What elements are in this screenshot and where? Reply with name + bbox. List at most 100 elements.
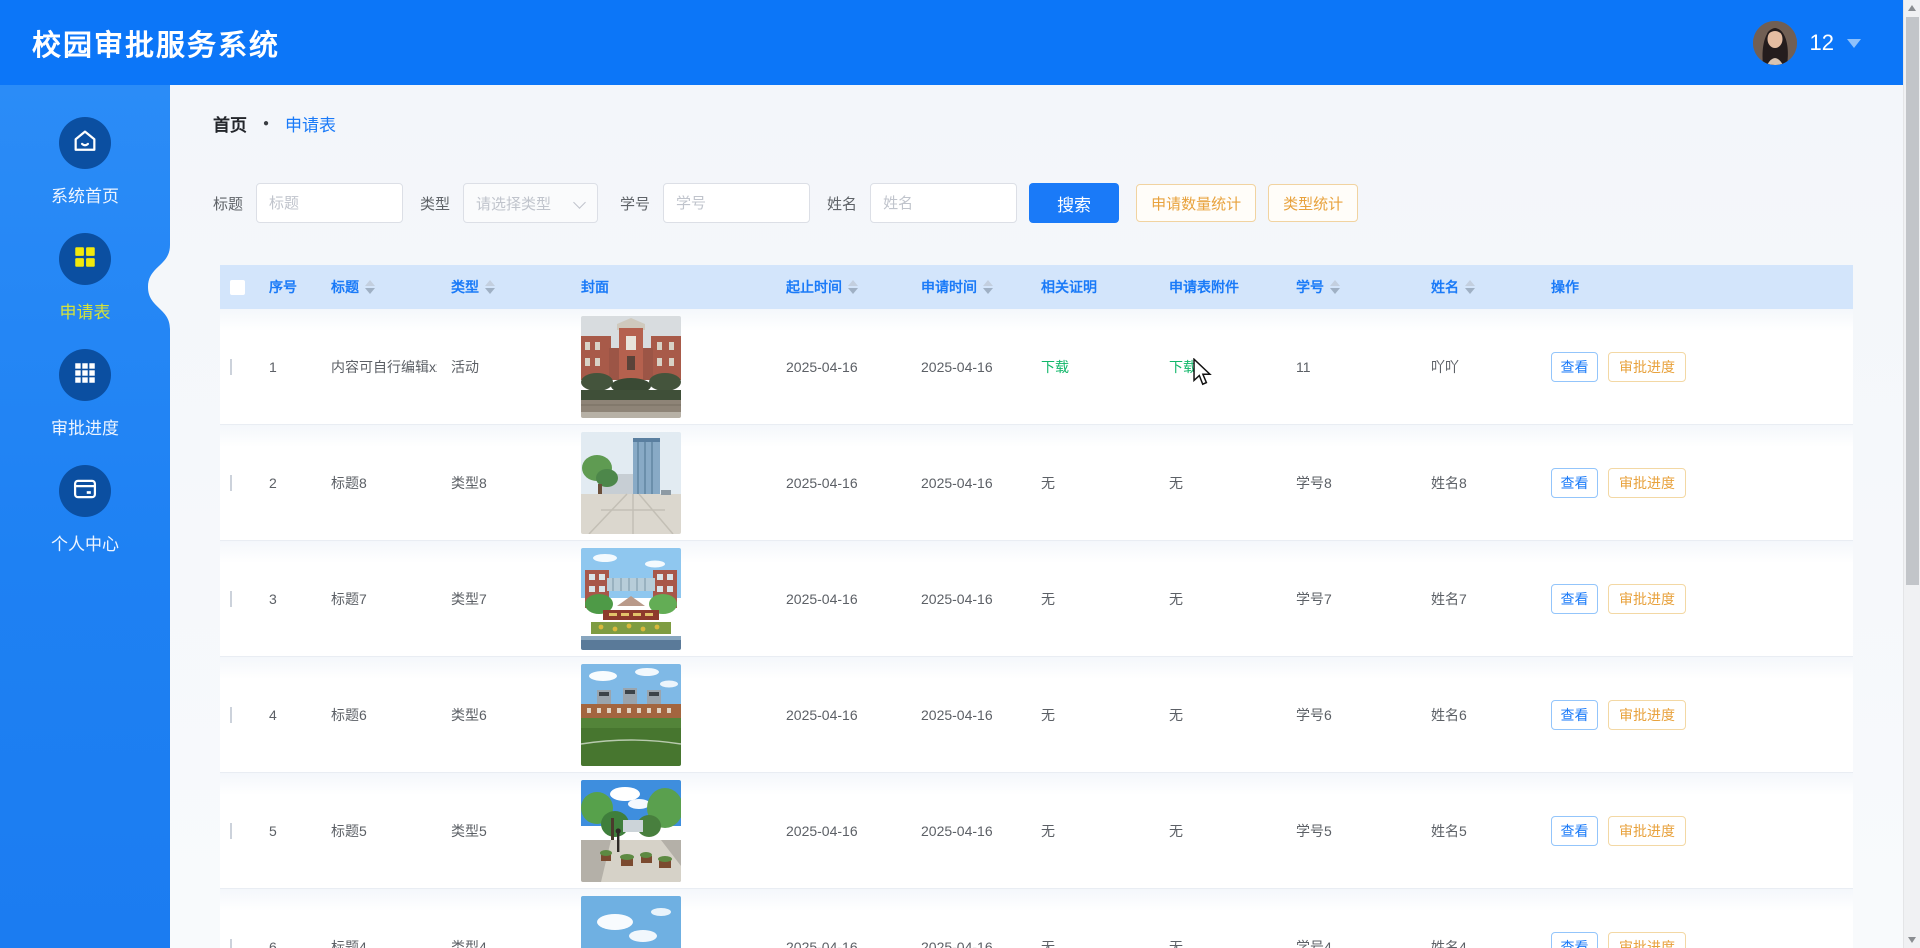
attachment-value: 无 xyxy=(1169,475,1183,491)
scrollbar-up-arrow[interactable] xyxy=(1908,5,1916,11)
avatar-image xyxy=(1753,21,1797,65)
grid-2x2-icon xyxy=(72,244,98,275)
row-checkbox[interactable] xyxy=(230,823,232,839)
view-button[interactable]: 查看 xyxy=(1551,816,1598,846)
title-filter-input[interactable] xyxy=(256,183,403,223)
breadcrumb-separator: ● xyxy=(263,118,269,129)
home-icon xyxy=(71,127,99,160)
user-menu[interactable]: 12 xyxy=(1753,0,1861,85)
cell-index: 6 xyxy=(255,939,317,948)
row-checkbox[interactable] xyxy=(230,591,232,607)
cell-student-id: 学号6 xyxy=(1282,705,1417,725)
sort-carets-icon[interactable] xyxy=(1465,280,1475,294)
view-button[interactable]: 查看 xyxy=(1551,584,1598,614)
cell-name: 姓名7 xyxy=(1417,589,1537,609)
table-row: 4标题6类型62025-04-162025-04-16无无学号6姓名6查看审批进… xyxy=(220,657,1853,773)
approval-progress-button[interactable]: 审批进度 xyxy=(1608,352,1686,382)
approval-progress-button[interactable]: 审批进度 xyxy=(1608,468,1686,498)
proof-value: 无 xyxy=(1041,707,1055,723)
type-stats-button[interactable]: 类型统计 xyxy=(1268,184,1358,222)
cell-type: 类型5 xyxy=(437,821,567,841)
row-checkbox[interactable] xyxy=(230,939,232,948)
sort-carets-icon[interactable] xyxy=(485,280,495,294)
view-button[interactable]: 查看 xyxy=(1551,352,1598,382)
select-all-checkbox[interactable] xyxy=(230,280,245,295)
cover-image xyxy=(567,432,772,534)
cell-type: 类型7 xyxy=(437,589,567,609)
name-filter-input[interactable] xyxy=(870,183,1017,223)
scrollbar-down-arrow[interactable] xyxy=(1908,937,1916,943)
sidebar: 系统首页申请表审批进度个人中心 xyxy=(0,85,170,948)
sort-carets-icon[interactable] xyxy=(983,280,993,294)
table-row: 1内容可自行编辑xxx活动2025-04-162025-04-16下载下载11吖… xyxy=(220,309,1853,425)
notification-count[interactable]: 12 xyxy=(1810,30,1834,56)
proof-download-link[interactable]: 下载 xyxy=(1041,359,1069,375)
table-row: 5标题5类型52025-04-162025-04-16无无学号5姓名5查看审批进… xyxy=(220,773,1853,889)
column-header-index: 序号 xyxy=(255,277,317,297)
view-button[interactable]: 查看 xyxy=(1551,468,1598,498)
cover-image xyxy=(567,780,772,882)
breadcrumb: 首页 ● 申请表 xyxy=(213,111,336,136)
sidebar-item-label: 个人中心 xyxy=(51,530,119,555)
table-row: 3标题7类型72025-04-162025-04-16无无学号7姓名7查看审批进… xyxy=(220,541,1853,657)
proof-value: 无 xyxy=(1041,591,1055,607)
row-checkbox[interactable] xyxy=(230,359,232,375)
column-header-type[interactable]: 类型 xyxy=(437,277,567,297)
row-checkbox[interactable] xyxy=(230,707,232,723)
row-checkbox[interactable] xyxy=(230,475,232,491)
user-avatar[interactable] xyxy=(1753,21,1797,65)
cell-name: 姓名8 xyxy=(1417,473,1537,493)
column-header-attachment: 申请表附件 xyxy=(1155,277,1282,297)
app-header: 校园审批服务系统 12 xyxy=(0,0,1903,85)
attachment-value: 无 xyxy=(1169,707,1183,723)
column-header-cover: 封面 xyxy=(567,277,772,297)
table-header-row: 序号标题类型封面起止时间申请时间相关证明申请表附件学号姓名操作 xyxy=(220,265,1853,309)
approval-progress-button[interactable]: 审批进度 xyxy=(1608,816,1686,846)
sidebar-item-0[interactable]: 系统首页 xyxy=(0,117,170,207)
search-button[interactable]: 搜索 xyxy=(1029,183,1119,223)
student-id-filter-input[interactable] xyxy=(663,183,810,223)
application-count-stats-button[interactable]: 申请数量统计 xyxy=(1136,184,1256,222)
attachment-value: 无 xyxy=(1169,823,1183,839)
breadcrumb-current[interactable]: 申请表 xyxy=(285,111,336,136)
column-header-start_end[interactable]: 起止时间 xyxy=(772,277,907,297)
approval-progress-button[interactable]: 审批进度 xyxy=(1608,584,1686,614)
scrollbar-thumb[interactable] xyxy=(1906,17,1919,585)
breadcrumb-home[interactable]: 首页 xyxy=(213,111,247,136)
attachment-download-link[interactable]: 下载 xyxy=(1169,359,1197,375)
cell-name: 吖吖 xyxy=(1417,357,1537,377)
sort-carets-icon[interactable] xyxy=(848,280,858,294)
cell-apply-time: 2025-04-16 xyxy=(907,707,1027,723)
sidebar-item-3[interactable]: 个人中心 xyxy=(0,465,170,555)
cell-index: 2 xyxy=(255,475,317,491)
cell-index: 5 xyxy=(255,823,317,839)
proof-value: 无 xyxy=(1041,939,1055,948)
browser-scrollbar[interactable] xyxy=(1903,0,1920,948)
approval-progress-button[interactable]: 审批进度 xyxy=(1608,700,1686,730)
chevron-down-icon[interactable] xyxy=(1847,39,1861,48)
sidebar-item-label: 审批进度 xyxy=(51,414,119,439)
view-button[interactable]: 查看 xyxy=(1551,932,1598,948)
sort-carets-icon[interactable] xyxy=(1330,280,1340,294)
cover-image xyxy=(567,664,772,766)
type-filter-label: 类型 xyxy=(420,193,450,214)
approval-progress-button[interactable]: 审批进度 xyxy=(1608,932,1686,948)
column-header-student_id[interactable]: 学号 xyxy=(1282,277,1417,297)
filter-bar: 标题 类型 请选择类型 学号 姓名 搜索 申请数量统计 类型统计 xyxy=(213,183,1358,223)
cell-start-end-time: 2025-04-16 xyxy=(772,591,907,607)
app-title: 校园审批服务系统 xyxy=(32,22,280,64)
student-id-filter-label: 学号 xyxy=(620,193,650,214)
sidebar-item-2[interactable]: 审批进度 xyxy=(0,349,170,439)
cell-name: 姓名4 xyxy=(1417,937,1537,948)
cell-apply-time: 2025-04-16 xyxy=(907,359,1027,375)
cover-image xyxy=(567,316,772,418)
type-filter-select[interactable]: 请选择类型 xyxy=(463,183,598,223)
column-header-apply_time[interactable]: 申请时间 xyxy=(907,277,1027,297)
main-content: 首页 ● 申请表 标题 类型 请选择类型 学号 姓名 搜索 申请数量统计 类型统… xyxy=(170,85,1903,948)
view-button[interactable]: 查看 xyxy=(1551,700,1598,730)
column-header-title[interactable]: 标题 xyxy=(317,277,437,297)
cell-index: 4 xyxy=(255,707,317,723)
sort-carets-icon[interactable] xyxy=(365,280,375,294)
column-header-name[interactable]: 姓名 xyxy=(1417,277,1537,297)
cell-type: 类型8 xyxy=(437,473,567,493)
